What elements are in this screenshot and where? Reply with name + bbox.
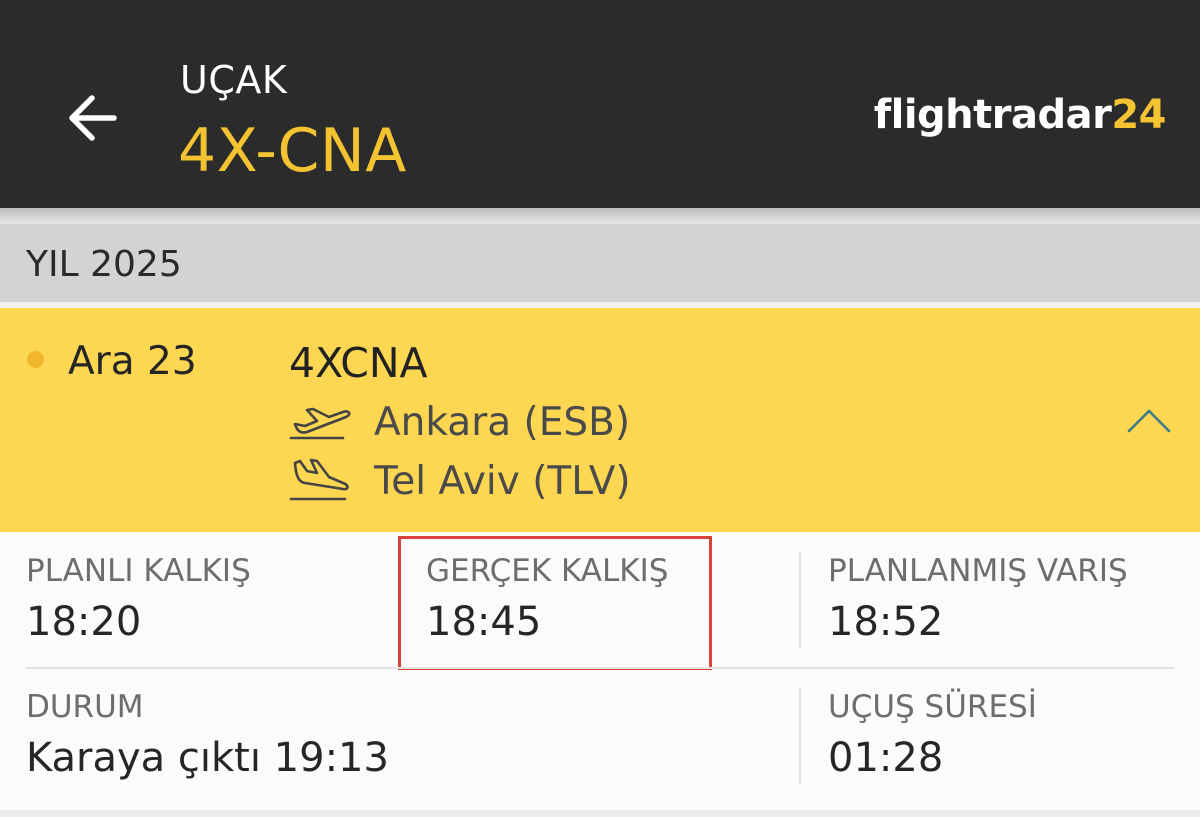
scheduled-arrival-label: PLANLANMIŞ VARIŞ: [828, 553, 1128, 589]
arrow-left-icon: [69, 95, 117, 141]
flight-duration-label: UÇUŞ SÜRESİ: [828, 689, 1037, 725]
scheduled-departure-value: 18:20: [26, 599, 142, 645]
bottom-divider: [0, 810, 1200, 817]
brand-number: 24: [1111, 92, 1166, 138]
plane-landing-icon: [289, 458, 349, 501]
column-divider: [799, 551, 801, 649]
destination-airport: Tel Aviv (TLV): [374, 459, 631, 504]
status-label: DURUM: [26, 689, 144, 725]
chevron-up-icon[interactable]: [1126, 405, 1172, 435]
origin-airport: Ankara (ESB): [374, 400, 631, 445]
actual-departure-highlight-box: [398, 536, 712, 670]
row-divider: [26, 667, 1174, 669]
header-eyebrow: UÇAK: [180, 58, 288, 102]
year-label: YIL 2025: [26, 244, 182, 285]
status-value: Karaya çıktı 19:13: [26, 735, 389, 781]
flight-callsign: 4XCNA: [289, 339, 428, 387]
back-button[interactable]: [62, 88, 122, 148]
brand-name: flightradar: [873, 92, 1112, 138]
scheduled-arrival-value: 18:52: [828, 599, 944, 645]
status-dot: [27, 351, 44, 368]
flightradar24-logo: flightradar24: [873, 92, 1167, 138]
flight-duration-value: 01:28: [828, 735, 944, 781]
header-shadow: [0, 208, 1200, 224]
column-divider: [799, 688, 801, 784]
flight-date: Ara 23: [68, 339, 197, 384]
aircraft-registration: 4X-CNA: [178, 116, 407, 186]
scheduled-departure-label: PLANLI KALKIŞ: [26, 553, 251, 589]
plane-takeoff-icon: [289, 407, 351, 440]
